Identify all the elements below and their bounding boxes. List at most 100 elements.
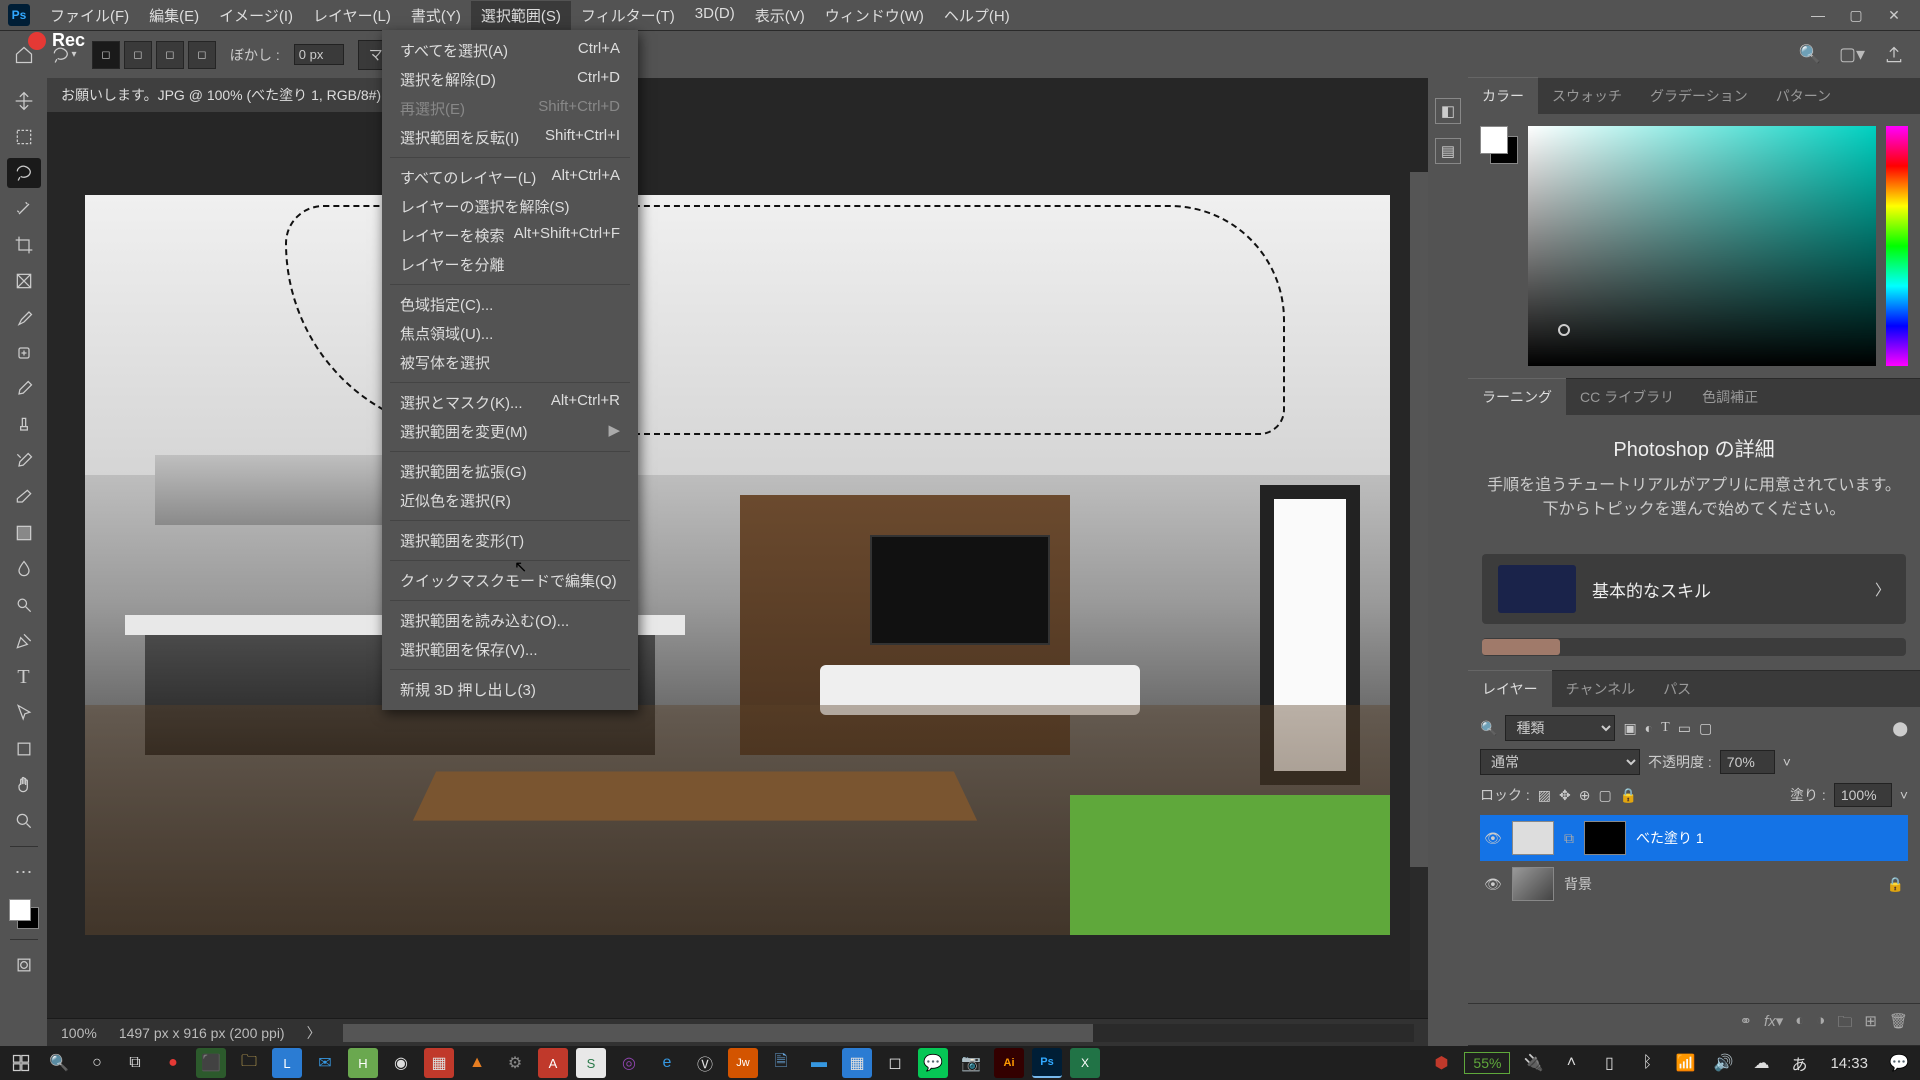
taskbar-app[interactable]: ◻ [880,1048,910,1078]
panel-tab[interactable]: グラデーション [1636,78,1762,114]
taskbar-app[interactable]: L [272,1048,302,1078]
illustrator-icon[interactable]: Ai [994,1048,1024,1078]
ime-indicator[interactable]: あ [1784,1048,1814,1078]
taskbar-app[interactable]: H [348,1048,378,1078]
menu-item[interactable]: 選択とマスク(K)...Alt+Ctrl+R [382,388,638,417]
menu-item[interactable]: 焦点領域(U)... [382,319,638,348]
line-icon[interactable]: 💬 [918,1048,948,1078]
filter-type-icon[interactable]: T [1661,720,1670,736]
zoom-value[interactable]: 100% [61,1025,97,1041]
hue-slider[interactable] [1886,126,1908,366]
visibility-icon[interactable]: 👁 [1484,830,1502,847]
menu-item[interactable]: レイヤーを分離 [382,250,638,279]
edge-icon[interactable]: e [652,1048,682,1078]
file-explorer-icon[interactable]: 🗀 [234,1048,264,1078]
tray-volume-icon[interactable]: 🔊 [1708,1048,1738,1078]
mask-thumbnail[interactable] [1584,821,1626,855]
camera-icon[interactable]: 📷 [956,1048,986,1078]
panel-tab[interactable]: カラー [1468,77,1538,114]
tray-bluetooth-icon[interactable]: ᛒ [1632,1048,1662,1078]
vertical-scrollbar[interactable] [1410,172,1428,990]
taskbar-app[interactable]: S [576,1048,606,1078]
taskbar-app[interactable]: A [538,1048,568,1078]
panel-tab[interactable]: ラーニング [1468,378,1566,415]
clock[interactable]: 14:33 [1822,1055,1876,1072]
menu-item[interactable]: 被写体を選択 [382,348,638,377]
document-tab[interactable]: お願いします。JPG @ 100% (べた塗り 1, RGB/8#) * [47,78,405,112]
type-tool[interactable]: T [7,662,41,692]
tray-arrow-icon[interactable]: ˄ [1556,1048,1586,1078]
menu-item[interactable]: ファイル(F) [40,1,139,30]
start-button[interactable] [6,1048,36,1078]
menu-item[interactable]: 選択範囲(S) [471,1,571,30]
excel-icon[interactable]: X [1070,1048,1100,1078]
zoom-tool[interactable] [7,806,41,836]
task-view-icon[interactable]: ⧉ [120,1048,150,1078]
status-more[interactable]: 〉 [307,1023,321,1043]
sel-new-button[interactable]: ◻ [92,41,120,69]
shape-tool[interactable] [7,734,41,764]
fill-input[interactable] [1834,783,1892,807]
menu-item[interactable]: 書式(Y) [401,1,471,30]
menu-item[interactable]: すべてを選択(A)Ctrl+A [382,36,638,65]
layer-row[interactable]: 👁⧉べた塗り 1 [1480,815,1908,861]
link-layers-icon[interactable]: ⚭ [1739,1012,1752,1037]
lock-artboard-icon[interactable]: ▢ [1598,787,1611,804]
move-tool[interactable] [7,86,41,116]
panel-tab[interactable]: 色調補正 [1688,379,1772,415]
menu-item[interactable]: 近似色を選択(R) [382,486,638,515]
frame-tool[interactable] [7,266,41,296]
filter-smart-icon[interactable]: ▢ [1699,720,1712,737]
color-swatch-pair[interactable] [1480,126,1518,164]
menu-item[interactable]: 選択範囲を拡張(G) [382,457,638,486]
color-swatches[interactable] [9,899,39,929]
menu-item[interactable]: 3D(D) [685,1,745,30]
filter-image-icon[interactable]: ▣ [1623,720,1636,737]
path-select-tool[interactable] [7,698,41,728]
panel-tab[interactable]: パターン [1762,78,1845,114]
lock-all-icon[interactable]: 🔒 [1620,787,1637,804]
menu-item[interactable]: レイヤーの選択を解除(S) [382,192,638,221]
menu-item[interactable]: ヘルプ(H) [934,1,1020,30]
new-layer-icon[interactable]: ⊞ [1864,1012,1877,1037]
menu-item[interactable]: 選択を解除(D)Ctrl+D [382,65,638,94]
fx-icon[interactable]: fx▾ [1764,1012,1783,1037]
cortana-icon[interactable]: ○ [82,1048,112,1078]
hand-tool[interactable] [7,770,41,800]
taskbar-app[interactable]: ◎ [614,1048,644,1078]
menu-item[interactable]: フィルター(T) [571,1,685,30]
panel-tab[interactable]: レイヤー [1468,670,1552,707]
tray-icon[interactable]: ⬢ [1426,1048,1456,1078]
menu-item[interactable]: クイックマスクモードで編集(Q) [382,566,638,595]
menu-item[interactable]: イメージ(I) [209,1,303,30]
mask-icon[interactable]: ◐ [1795,1012,1804,1037]
crop-tool[interactable] [7,230,41,260]
menu-item[interactable]: レイヤーを検索Alt+Shift+Ctrl+F [382,221,638,250]
tray-wifi-icon[interactable]: 📶 [1670,1048,1700,1078]
tray-battery-icon[interactable]: ▯ [1594,1048,1624,1078]
taskbar-app[interactable]: ▦ [424,1048,454,1078]
mail-icon[interactable]: ✉ [310,1048,340,1078]
sel-subtract-button[interactable]: ◻ [156,41,184,69]
menu-item[interactable]: 編集(E) [139,1,209,30]
panel-tab[interactable]: チャンネル [1552,671,1650,707]
marquee-tool[interactable] [7,122,41,152]
eraser-tool[interactable] [7,482,41,512]
lasso-tool[interactable] [7,158,41,188]
lock-icon[interactable]: 🔒 [1887,876,1904,893]
tray-power-icon[interactable]: 🔌 [1518,1048,1548,1078]
document-canvas[interactable] [85,195,1390,935]
learning-card-peek[interactable] [1482,638,1906,656]
panel-tab[interactable]: パス [1649,671,1705,707]
layer-row[interactable]: 👁背景🔒 [1480,861,1908,907]
close-icon[interactable]: ✕ [1876,3,1912,27]
layer-thumbnail[interactable] [1512,867,1554,901]
feather-input[interactable] [294,44,344,65]
taskbar-app[interactable]: ● [158,1048,188,1078]
taskbar-app[interactable]: Ⓥ [690,1048,720,1078]
lock-pixels-icon[interactable]: ▨ [1538,787,1551,804]
menu-item[interactable]: すべてのレイヤー(L)Alt+Ctrl+A [382,163,638,192]
menu-item[interactable]: 色域指定(C)... [382,290,638,319]
more-tools[interactable]: ⋯ [7,857,41,887]
panel-tab[interactable]: スウォッチ [1538,78,1636,114]
